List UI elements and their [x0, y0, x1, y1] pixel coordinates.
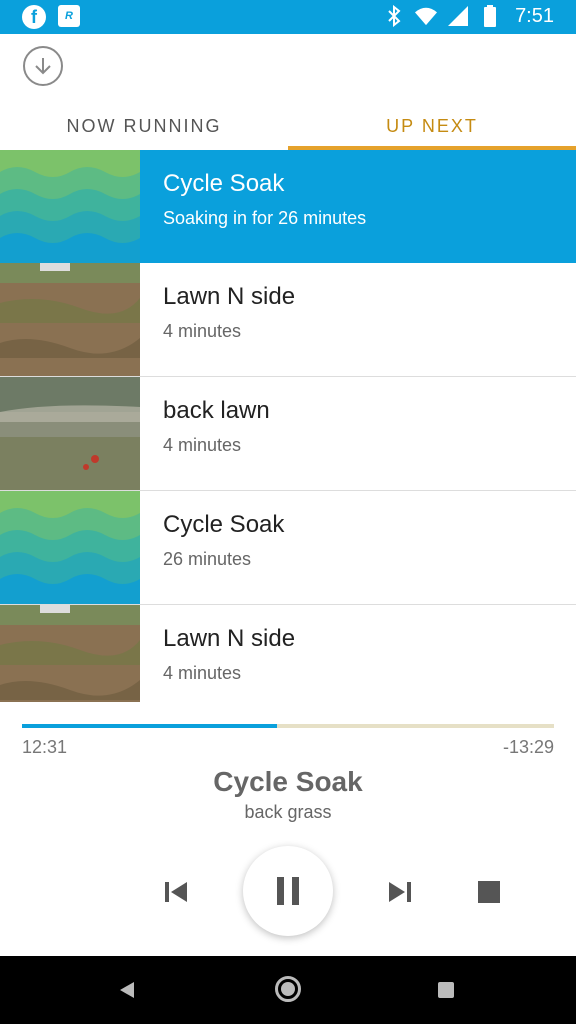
next-button[interactable]: [382, 874, 418, 910]
home-button[interactable]: [275, 976, 301, 1002]
player-panel: 12:31 -13:29 Cycle Soak back grass: [0, 702, 576, 956]
arrow-down-icon: [35, 58, 51, 75]
skip-previous-icon: [165, 882, 187, 902]
header: NOW RUNNING UP NEXT: [0, 34, 576, 150]
list-item[interactable]: Lawn N side 4 minutes: [0, 605, 576, 702]
recents-button[interactable]: [438, 982, 454, 998]
elapsed-time: 12:31: [22, 737, 68, 757]
pause-button[interactable]: [243, 846, 333, 936]
up-next-list: Cycle Soak Soaking in for 26 minutes Law…: [0, 150, 576, 702]
clock: 7:51: [515, 4, 554, 27]
remaining-time: -13:29: [502, 737, 554, 757]
back-triangle-icon: [120, 982, 134, 998]
list-item[interactable]: Cycle Soak 26 minutes: [0, 491, 576, 605]
collapse-button[interactable]: [23, 46, 63, 86]
item-title: back lawn: [163, 397, 270, 424]
system-nav-bar: [0, 956, 576, 1024]
app-notification-icon: f: [22, 5, 46, 29]
item-subtitle: 4 minutes: [163, 321, 242, 341]
now-playing-subtitle: back grass: [244, 802, 332, 822]
cell-signal-icon: [447, 4, 469, 28]
list-item[interactable]: back lawn 4 minutes: [0, 377, 576, 491]
item-subtitle: 4 minutes: [163, 435, 242, 455]
item-title: Cycle Soak: [163, 170, 285, 197]
previous-button[interactable]: [158, 874, 194, 910]
list-item[interactable]: Cycle Soak Soaking in for 26 minutes: [0, 150, 576, 263]
cycle-soak-thumbnail: [0, 491, 140, 604]
tab-now-running[interactable]: NOW RUNNING: [0, 106, 288, 150]
item-subtitle: 4 minutes: [163, 663, 242, 683]
now-playing-title: Cycle Soak: [213, 766, 363, 797]
lawn-thumbnail: [0, 377, 140, 490]
skip-next-icon: [389, 882, 411, 902]
progress-bar[interactable]: [22, 724, 554, 728]
notification-icon: R: [58, 5, 80, 27]
cycle-soak-thumbnail: [0, 150, 140, 263]
progress-fill: [22, 724, 278, 728]
lawn-thumbnail: [0, 605, 140, 702]
item-title: Lawn N side: [163, 283, 296, 310]
back-button[interactable]: [118, 980, 136, 1005]
tab-bar: NOW RUNNING UP NEXT: [0, 106, 576, 150]
wifi-icon: [415, 4, 438, 28]
item-title: Cycle Soak: [163, 511, 285, 538]
item-subtitle: Soaking in for 26 minutes: [163, 208, 367, 228]
bluetooth-icon: [383, 4, 405, 28]
lawn-thumbnail: [0, 263, 140, 376]
home-circle-icon: [281, 982, 295, 996]
stop-icon: [478, 881, 500, 903]
pause-icon: [277, 877, 299, 905]
item-subtitle: 26 minutes: [163, 549, 252, 569]
status-bar: f R 7:51: [0, 0, 576, 34]
list-item[interactable]: Lawn N side 4 minutes: [0, 263, 576, 377]
battery-icon: [479, 4, 501, 28]
tab-up-next[interactable]: UP NEXT: [288, 106, 576, 150]
item-title: Lawn N side: [163, 625, 296, 652]
stop-button[interactable]: [471, 874, 507, 910]
